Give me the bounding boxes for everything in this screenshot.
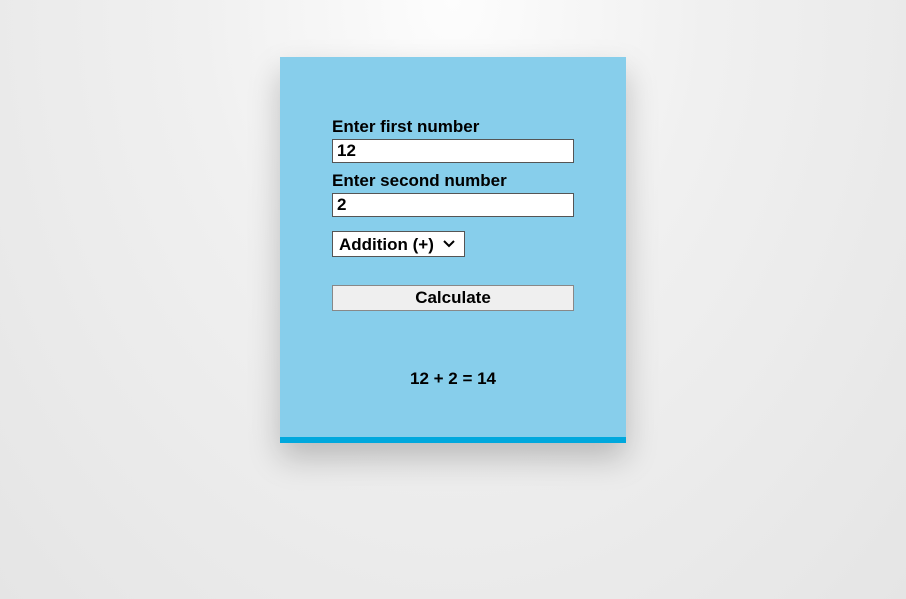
operation-select[interactable]: Addition (+) — [332, 231, 465, 257]
second-number-group: Enter second number — [332, 171, 574, 217]
operation-select-wrap: Addition (+) — [332, 231, 465, 257]
calculate-button[interactable]: Calculate — [332, 285, 574, 311]
calculator-card: Enter first number Enter second number A… — [280, 57, 626, 443]
second-number-input[interactable] — [332, 193, 574, 217]
first-number-group: Enter first number — [332, 117, 574, 163]
first-number-input[interactable] — [332, 139, 574, 163]
result-text: 12 + 2 = 14 — [332, 369, 574, 389]
first-number-label: Enter first number — [332, 117, 574, 137]
second-number-label: Enter second number — [332, 171, 574, 191]
